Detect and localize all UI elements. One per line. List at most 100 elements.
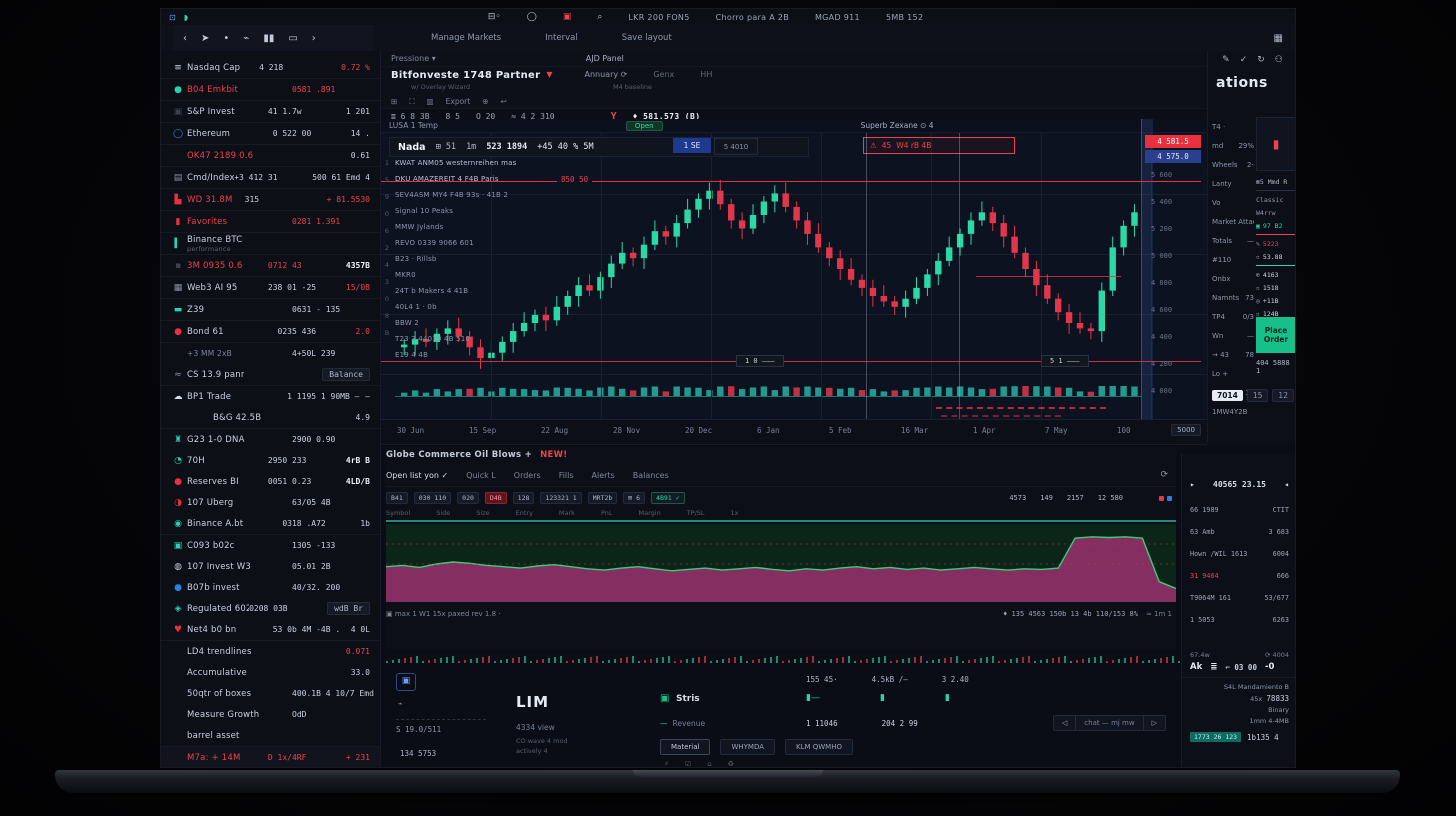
lim-card[interactable]: LIM 4334 view CO wave 4 mod actively 4 [506, 667, 656, 767]
interval-button[interactable]: Interval [545, 33, 578, 43]
watchlist-row[interactable]: ◔70H2950 2334rB B [161, 450, 380, 471]
chart-tool-icon[interactable]: ▥ [427, 97, 434, 106]
frame-icon[interactable]: ▭ [288, 33, 297, 44]
history-icon[interactable]: ↻ [1257, 55, 1265, 65]
share-icon[interactable]: ◗ [184, 13, 188, 22]
indicator-row[interactable]: B23 · Rillsb [395, 255, 437, 263]
symbol-caret-icon[interactable]: ▼ [546, 70, 552, 79]
watchlist-row[interactable]: B&G 42.5B4.9 [161, 407, 380, 428]
panel-tab[interactable]: Balances [633, 471, 669, 480]
card-button[interactable]: Material [660, 739, 710, 755]
watchlist-row[interactable]: M7a: + 14MD 1x/4RF+ 231 [161, 746, 380, 768]
next-icon[interactable]: ◂ [1284, 480, 1289, 489]
watchlist-row[interactable]: ◍107 Invest W305.01 2B [161, 556, 380, 577]
clock-icon[interactable]: ◯ [527, 12, 537, 22]
watchlist-row[interactable]: Measure GrowthOdD [161, 704, 380, 725]
order-field[interactable]: Wn— [1212, 326, 1254, 345]
save-layout-button[interactable]: Save layout [622, 33, 672, 43]
trade-row[interactable]: 1 50536263 [1182, 609, 1296, 631]
indicator-row[interactable]: 40L4 1 · 0b [395, 303, 437, 311]
panel-footer-far[interactable]: ≈ 1m 1 [1146, 610, 1172, 618]
column-label[interactable]: Symbol [386, 509, 410, 517]
watchlist-row[interactable]: ≡Nasdaq Cap4 2180.72 % [161, 57, 380, 78]
indicator-row[interactable]: T23 3 44010 4B 510 [395, 335, 470, 343]
user-icon[interactable]: ⚇ [1275, 55, 1283, 65]
watchlist-row[interactable]: LD4 trendlines0.071 [161, 640, 380, 662]
battery-icon[interactable]: ▣ [563, 12, 572, 22]
mini-icon[interactable]: ⚡ [664, 760, 669, 768]
column-label[interactable]: Size [476, 509, 489, 517]
column-label[interactable]: Entry [516, 509, 533, 517]
watchlist-row[interactable]: Accumulative33.0 [161, 662, 380, 683]
watchlist-row[interactable]: ▣C093 b02c1305 -133 [161, 534, 380, 556]
watchlist-row[interactable]: ●B04 Emkbit0581 .891 [161, 78, 380, 100]
filter-chip[interactable]: ⊞ 6 [623, 492, 645, 504]
indicator-row[interactable]: MMW Jylands [395, 223, 443, 231]
trade-row[interactable]: 31 9464666 [1182, 565, 1296, 587]
trade-row[interactable]: 63 Amb3 683 [1182, 521, 1296, 543]
watchlist-row[interactable]: ☁BP1 Trade1 1195 1 90MB —— [161, 385, 380, 407]
card-button[interactable]: WHYMDA [720, 739, 775, 755]
indicator-row[interactable]: REVO 0339 9066 601 [395, 239, 474, 247]
indicator-row[interactable]: BBW 2 [395, 319, 419, 327]
short-alert-line[interactable] [976, 276, 1121, 277]
line-tag-chip[interactable]: 5 1 ——— [1041, 355, 1089, 367]
watchlist-row[interactable]: ◯Ethereum0 522 0014 . [161, 122, 380, 144]
mode-label[interactable]: W4rrw [1256, 206, 1296, 219]
mini-icon[interactable]: ⌂ [707, 760, 711, 768]
indicator-row[interactable]: SEV4ASM MY4 F4B 93s · 41B 2 [395, 191, 508, 199]
order-field[interactable]: Wheels2- [1212, 155, 1254, 174]
watchlist-row[interactable]: ♜G23 1-0 DNA2900 0.90 [161, 428, 380, 450]
order-field[interactable]: #110 [1212, 250, 1254, 269]
grid-layout-icon[interactable]: ▦ [1274, 33, 1283, 44]
header-extra[interactable]: HH [700, 70, 712, 79]
watchlist-row[interactable]: ▍Binance BTCperformance [161, 232, 380, 254]
panel-tab[interactable]: Quick L [466, 471, 496, 480]
order-field[interactable]: TP40/3 [1212, 307, 1254, 326]
annotation-blue-badge[interactable]: 1 SE [673, 138, 711, 153]
watchlist-row[interactable]: ◑107 Uberg63/05 4B [161, 492, 380, 513]
menubar-item[interactable]: LKR 200 FON5 [628, 13, 689, 22]
column-label[interactable]: Side [436, 509, 450, 517]
trade-row[interactable]: Hown /WIL 16136004 [1182, 543, 1296, 565]
order-chip[interactable]: 15 [1247, 389, 1269, 402]
card-button[interactable]: KLM QWMHO [785, 739, 853, 755]
mini-icon[interactable]: ♻ [728, 760, 734, 768]
filter-chip[interactable]: 123321 1 [540, 492, 581, 504]
filter-chip[interactable]: 020 [457, 492, 479, 504]
header-extra[interactable]: Genx [653, 70, 674, 79]
order-field[interactable]: md29% [1212, 136, 1254, 155]
watchlist-row[interactable]: ▮Favorites0281 1.391 [161, 210, 380, 232]
indicator-row[interactable]: KWAT ANM05 westernreihen mas [395, 159, 516, 167]
preset-dropdown[interactable]: Pressione ▾ [391, 54, 436, 63]
column-label[interactable]: PnL [601, 509, 613, 517]
watchlist-row[interactable]: ●B07b invest40/32. 200 [161, 577, 380, 598]
status-dot[interactable] [1159, 496, 1164, 501]
indicator-row[interactable]: E19 4 4B [395, 351, 428, 359]
zap-icon[interactable]: ⌁ [398, 699, 403, 708]
filter-chip[interactable]: D4B [485, 492, 507, 504]
watchlist-row[interactable]: ▙WD 31.8M315+ 81.5530 [161, 188, 380, 210]
watchlist-row[interactable]: ≈CS 13.9 pannaBalance [161, 364, 380, 385]
manage-markets-button[interactable]: Manage Markets [431, 33, 501, 43]
column-label[interactable]: TP/SL [687, 509, 705, 517]
chart-tool-icon[interactable]: ⊕ [482, 97, 488, 106]
watchlist-row[interactable]: ▤Cmd/Index 18+3 412 31500 61 Emd 4 [161, 166, 380, 188]
link-icon[interactable]: ⌁ [243, 33, 249, 44]
mode-label[interactable]: Classic [1256, 193, 1296, 206]
alert-warning-box[interactable]: ⚠ 45 W4 rB 4B [863, 137, 1015, 154]
panel-tab[interactable]: Fills [559, 471, 574, 480]
order-field[interactable]: → 4378 [1212, 345, 1254, 364]
cursor-icon[interactable]: ➤ [201, 33, 209, 44]
symbol-title[interactable]: Bitfonveste 1748 Partner [391, 70, 540, 81]
panel-tab[interactable]: Open list yon ✓ [386, 471, 448, 480]
open-chip[interactable]: Open [626, 121, 663, 131]
watchlist-row[interactable]: barrel asset [161, 725, 380, 746]
app-badge[interactable]: Ak [1190, 662, 1202, 672]
time-axis[interactable]: 5000 30 Jun15 Sep22 Aug28 Nov20 Dec6 Jan… [381, 419, 1207, 445]
watchlist-row[interactable]: ◉Binance A.bt0318 .A721b [161, 513, 380, 534]
order-field[interactable]: Onbx [1212, 269, 1254, 288]
window-icon[interactable]: ⊡ [169, 13, 176, 22]
watchlist-row[interactable]: ▪3M 0935 0.60712 434357B [161, 254, 380, 276]
column-label[interactable]: Margin [639, 509, 661, 517]
